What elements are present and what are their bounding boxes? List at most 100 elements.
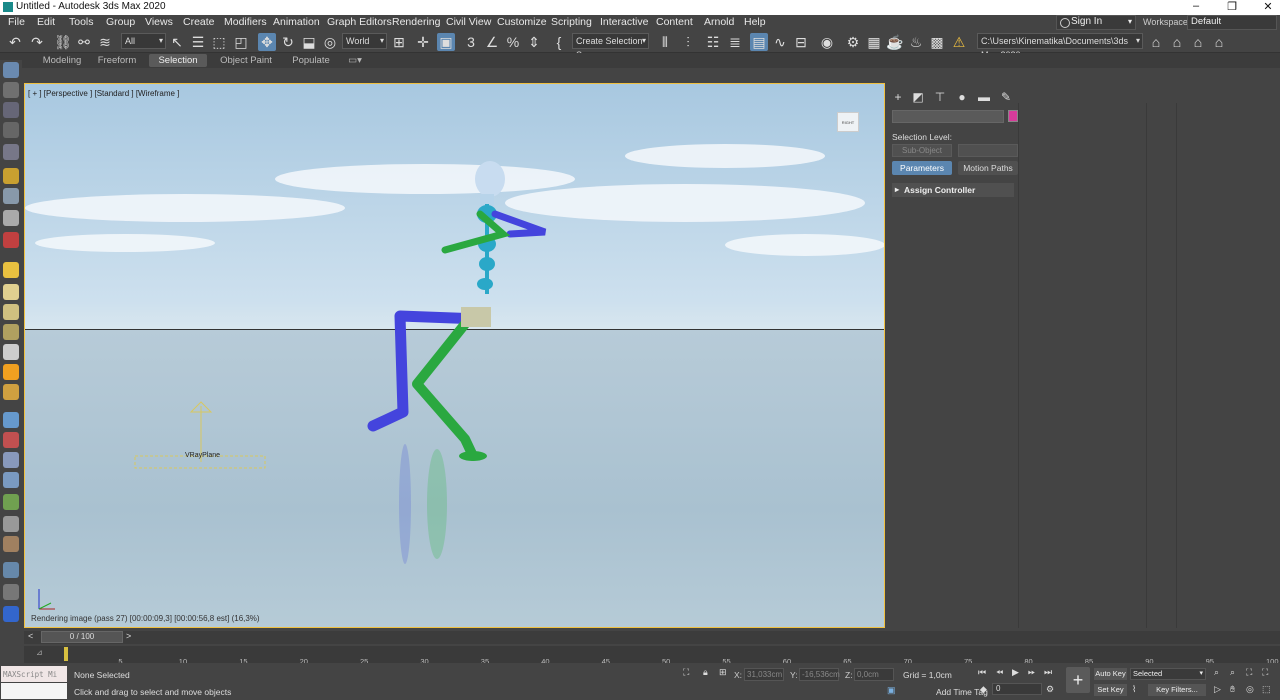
go-to-start-icon[interactable]: ⏮ [978, 667, 986, 678]
redo-icon[interactable]: ↷ [28, 33, 46, 51]
ies-light-icon[interactable] [3, 344, 19, 360]
select-object-icon[interactable]: ↖ [168, 33, 186, 51]
next-frame-button-icon[interactable]: ⏩︎ [1028, 667, 1035, 678]
menu-interactive[interactable]: Interactive [600, 16, 648, 28]
menu-tools[interactable]: Tools [69, 16, 94, 28]
dome-light-icon[interactable] [3, 284, 19, 300]
sun-light-icon[interactable] [3, 364, 19, 380]
tab-freeform[interactable]: Freeform [91, 54, 143, 67]
menu-customize[interactable]: Customize [497, 16, 547, 28]
viewport-label[interactable]: [ + ] [Perspective ] [Standard ] [Wirefr… [28, 89, 179, 98]
adaptive-degradation-icon[interactable]: ▣ [887, 685, 896, 696]
hierarchy-tab-icon[interactable]: ⊤ [932, 89, 948, 105]
render-setup-icon[interactable]: ⚙ [844, 33, 862, 51]
track-bar[interactable]: ⊿ 5 10 15 20 25 30 35 40 45 50 55 60 65 70 75 80 85 90 95 1… [24, 646, 1280, 666]
go-to-end-icon[interactable]: ⏭ [1044, 667, 1052, 678]
render-production-icon[interactable]: ☕ [886, 33, 904, 51]
maximize-viewport-icon[interactable]: ⬚ [1262, 684, 1271, 695]
previous-frame-icon[interactable]: ⏪︎ [996, 667, 1003, 678]
menu-create[interactable]: Create [183, 16, 215, 28]
render-in-cloud-icon[interactable]: ▩ [928, 33, 946, 51]
key-mode-icon[interactable]: ◆ [980, 684, 987, 695]
filter-icon[interactable]: ⊿ [36, 648, 43, 657]
object-name-field[interactable] [892, 110, 1004, 123]
time-slider[interactable]: 0 / 100 [41, 631, 123, 643]
open-project-icon[interactable]: ⌂ [1168, 33, 1186, 51]
create-project-icon[interactable]: ⌂ [1189, 33, 1207, 51]
dimension-icon[interactable] [3, 584, 19, 600]
zoom-icon[interactable]: ⌕ [1214, 667, 1219, 678]
menu-scripting[interactable]: Scripting [551, 16, 592, 28]
plane-object-icon[interactable] [3, 452, 19, 468]
zoom-extents-all-icon[interactable]: ⛶ [1262, 667, 1268, 678]
assign-controller-rollout[interactable]: Assign Controller [892, 183, 1014, 197]
mesh-light-icon[interactable] [3, 324, 19, 340]
volume-grid-icon[interactable] [3, 472, 19, 488]
tab-object-paint[interactable]: Object Paint [218, 54, 274, 67]
menu-arnold[interactable]: Arnold [704, 16, 734, 28]
set-keys-button[interactable]: + [1066, 667, 1090, 693]
motion-paths-button[interactable]: Motion Paths [958, 161, 1018, 175]
menu-group[interactable]: Group [106, 16, 135, 28]
menu-content[interactable]: Content [656, 16, 693, 28]
pivot-center-icon[interactable]: ⊞ [390, 33, 408, 51]
schematic-view-icon[interactable]: ⊟ [792, 33, 810, 51]
camera-icon[interactable] [3, 188, 19, 204]
maxscript-listener[interactable]: MAXScript Mi [1, 666, 67, 682]
percent-snap-icon[interactable]: % [504, 33, 522, 51]
select-and-scale-icon[interactable]: ⬓ [300, 33, 318, 51]
mirror-icon[interactable]: ⫴ [656, 33, 674, 51]
modify-tab-icon[interactable]: ◩ [910, 89, 926, 105]
ribbon-toggle-icon[interactable]: ▤ [750, 33, 768, 51]
reference-coordinate-dropdown[interactable]: World ▾ [342, 33, 387, 49]
angle-snap-icon[interactable]: ∠ [483, 33, 501, 51]
ambient-light-icon[interactable] [3, 384, 19, 400]
sign-in-dropdown[interactable]: Sign In ▾ [1056, 15, 1136, 30]
warning-icon[interactable]: ⚠ [950, 33, 968, 51]
edit-named-selection-icon[interactable]: { [550, 33, 568, 51]
motion-tab-icon[interactable]: ● [954, 89, 970, 105]
select-by-name-icon[interactable]: ☰ [189, 33, 207, 51]
light-icon[interactable] [3, 168, 19, 184]
hf-icon[interactable] [3, 516, 19, 532]
character-skeleton[interactable] [367, 161, 547, 564]
menu-animation[interactable]: Animation [273, 16, 320, 28]
align-icon[interactable]: ⫶ [679, 33, 697, 51]
sub-object-dropdown[interactable] [958, 144, 1018, 157]
plane-light-icon[interactable] [3, 262, 19, 278]
sound-icon[interactable] [3, 210, 19, 226]
bind-space-warp-icon[interactable]: ≋ [96, 33, 114, 51]
field-of-view-icon[interactable]: ▷ [1214, 684, 1221, 695]
project-folder-dropdown[interactable]: C:\Users\Kinematika\Documents\3ds Max 20… [977, 33, 1143, 60]
select-and-place-icon[interactable]: ◎ [321, 33, 339, 51]
snaps-toggle-icon[interactable]: 3 [462, 33, 480, 51]
default-in-out-tangent-icon[interactable]: ⌇ [1132, 684, 1136, 695]
rectangular-selection-icon[interactable]: ⬚ [210, 33, 228, 51]
workspace-dropdown[interactable]: Default [1187, 15, 1277, 30]
layer-explorer-icon[interactable]: ≣ [726, 33, 744, 51]
set-key-button[interactable]: Set Key [1094, 684, 1127, 696]
isolate-selection-icon[interactable]: ⛶ [683, 667, 689, 678]
current-frame-field[interactable]: 0 [992, 683, 1042, 695]
create-tab-icon[interactable]: + [890, 89, 906, 105]
select-and-move-icon[interactable]: ✥ [258, 33, 276, 51]
keyboard-shortcut-override-icon[interactable]: ▣ [437, 33, 455, 51]
perspective-viewport[interactable]: [ + ] [Perspective ] [Standard ] [Wirefr… [24, 83, 885, 628]
close-icon[interactable]: ✕ [1258, 0, 1278, 13]
ribbon-options-icon[interactable]: ▭▾ [345, 54, 365, 67]
menu-rendering[interactable]: Rendering [392, 16, 440, 28]
time-configuration-icon[interactable]: ⚙ [1046, 684, 1054, 695]
orbit-icon[interactable]: ◎ [1246, 684, 1254, 695]
menu-edit[interactable]: Edit [37, 16, 55, 28]
tab-selection[interactable]: Selection [149, 54, 207, 67]
key-filters-button[interactable]: Key Filters... [1148, 684, 1206, 696]
spinner-snap-icon[interactable]: ⇕ [525, 33, 543, 51]
decal-icon[interactable] [3, 536, 19, 552]
menu-views[interactable]: Views [145, 16, 173, 28]
sub-object-button[interactable]: Sub-Object [892, 144, 952, 157]
display-tab-icon[interactable]: ▬ [976, 89, 992, 105]
pan-view-icon[interactable]: ✋︎ [1230, 684, 1235, 695]
selection-filter-dropdown[interactable]: All ▾ [121, 33, 166, 49]
unlink-icon[interactable]: ⚯ [75, 33, 93, 51]
link-icon[interactable]: ⛓ [54, 33, 72, 51]
